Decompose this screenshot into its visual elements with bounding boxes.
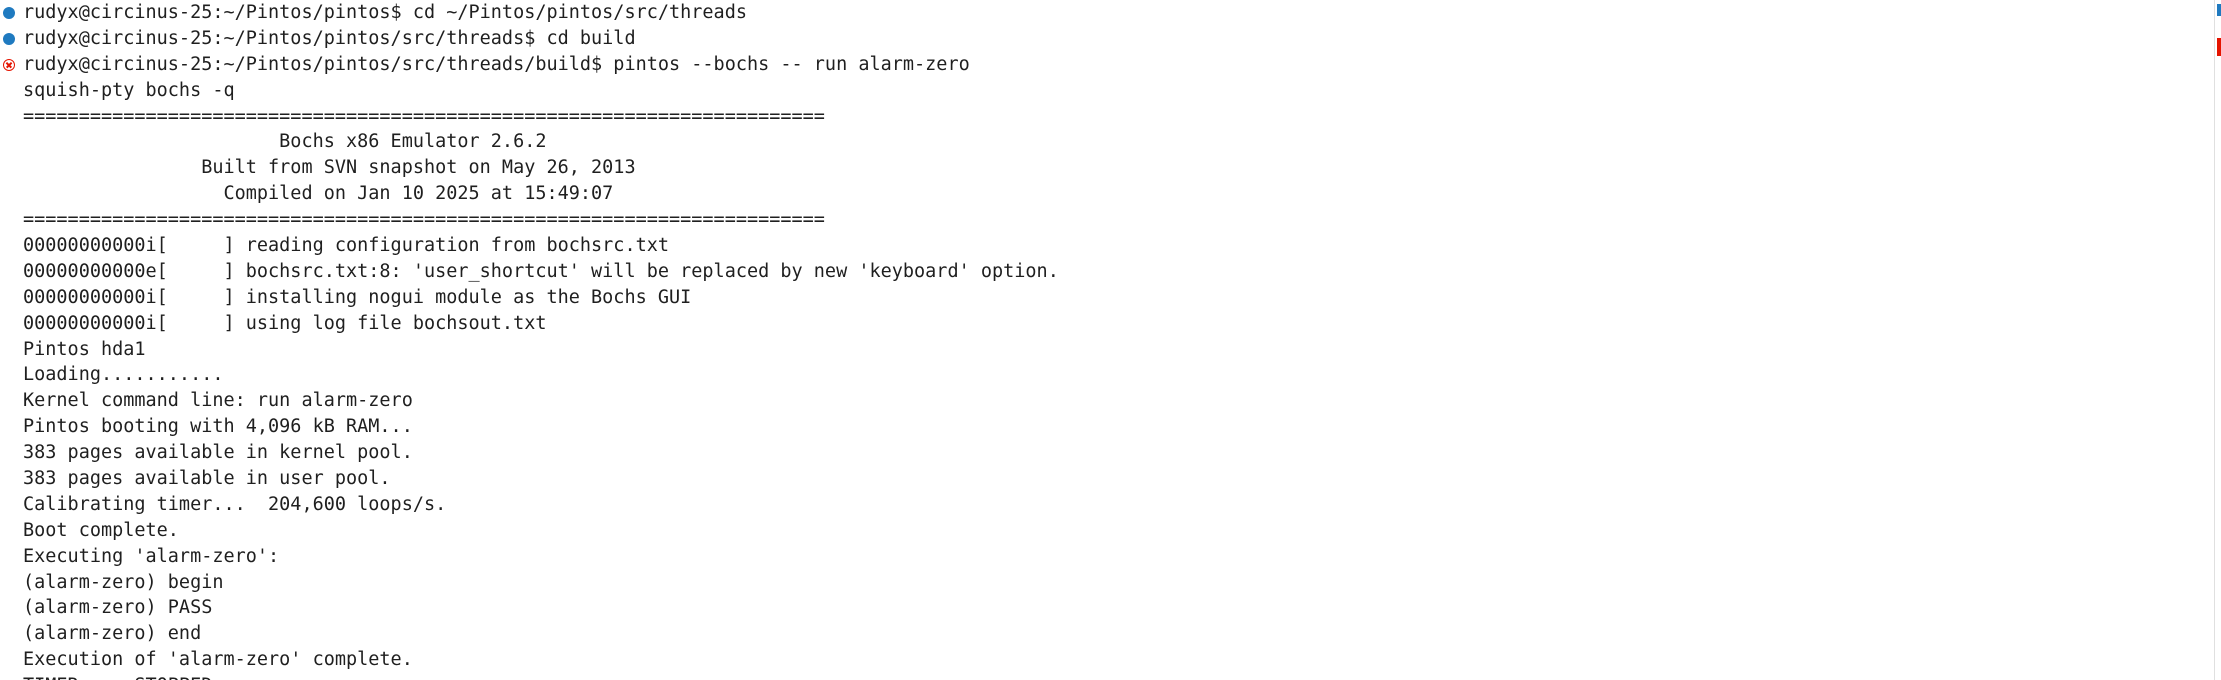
terminal-output-line: 383 pages available in user pool. — [0, 466, 2209, 492]
terminal-line-text: 383 pages available in kernel pool. — [23, 442, 413, 464]
terminal-output-line: 00000000000i[ ] installing nogui module … — [0, 285, 2209, 311]
terminal-output-line: (alarm-zero) begin — [0, 570, 2209, 596]
terminal-output-line: Boot complete. — [0, 518, 2209, 544]
terminal-line-text: Pintos hda1 — [23, 338, 146, 360]
terminal-output-line: Executing 'alarm-zero': — [0, 544, 2209, 570]
terminal-output-line: 00000000000i[ ] reading configuration fr… — [0, 233, 2209, 259]
terminal-line-text: 383 pages available in user pool. — [23, 468, 391, 490]
terminal-output-line: Loading........... — [0, 362, 2209, 388]
terminal-line-text: Pintos booting with 4,096 kB RAM... — [23, 416, 413, 438]
terminal-output-line: Kernel command line: run alarm-zero — [0, 388, 2209, 414]
terminal-line-text: 00000000000e[ ] bochsrc.txt:8: 'user_sho… — [23, 260, 1059, 282]
terminal-output[interactable]: rudyx@circinus-25:~/Pintos/pintos$ cd ~/… — [0, 0, 2209, 680]
terminal-output-line: (alarm-zero) end — [0, 621, 2209, 647]
terminal-output-line: 00000000000i[ ] using log file bochsout.… — [0, 311, 2209, 337]
terminal-line-text: Loading........... — [23, 364, 224, 386]
terminal-command-line: rudyx@circinus-25:~/Pintos/pintos$ cd ~/… — [0, 0, 2209, 26]
terminal-line-text: Kernel command line: run alarm-zero — [23, 390, 413, 412]
terminal-line-text: Built from SVN snapshot on May 26, 2013 — [23, 157, 636, 179]
terminal-output-line: 00000000000e[ ] bochsrc.txt:8: 'user_sho… — [0, 259, 2209, 285]
terminal-line-text: Bochs x86 Emulator 2.6.2 — [23, 131, 547, 153]
terminal-output-line: ========================================… — [0, 207, 2209, 233]
terminal-output-line: Calibrating timer... 204,600 loops/s. — [0, 492, 2209, 518]
terminal-command-line: rudyx@circinus-25:~/Pintos/pintos/src/th… — [0, 52, 2209, 78]
scrollbar-error-marker — [2217, 38, 2221, 56]
command-error-icon[interactable] — [3, 58, 15, 71]
terminal-command-line: rudyx@circinus-25:~/Pintos/pintos/src/th… — [0, 26, 2209, 52]
terminal-line-text: 00000000000i[ ] installing nogui module … — [23, 286, 692, 308]
terminal-line-text: (alarm-zero) begin — [23, 571, 224, 593]
terminal-line-text: rudyx@circinus-25:~/Pintos/pintos/src/th… — [23, 53, 970, 75]
terminal-line-text: Compiled on Jan 10 2025 at 15:49:07 — [23, 183, 614, 205]
terminal-output-line: Pintos booting with 4,096 kB RAM... — [0, 414, 2209, 440]
terminal-line-text: 00000000000i[ ] using log file bochsout.… — [23, 312, 547, 334]
terminal-output-line: 383 pages available in kernel pool. — [0, 440, 2209, 466]
terminal-line-text: Executing 'alarm-zero': — [23, 545, 280, 567]
terminal-scrollbar[interactable] — [2214, 0, 2221, 680]
terminal-output-line: Execution of 'alarm-zero' complete. — [0, 647, 2209, 673]
terminal-line-text: ========================================… — [23, 105, 825, 127]
terminal-output-line: ========================================… — [0, 104, 2209, 130]
terminal-line-text: rudyx@circinus-25:~/Pintos/pintos/src/th… — [23, 27, 636, 49]
terminal-output-line: Pintos hda1 — [0, 337, 2209, 363]
terminal-output-line: TIMER: ...STOPPED — [0, 673, 2209, 680]
terminal-line-text: Execution of 'alarm-zero' complete. — [23, 649, 413, 671]
terminal-output-line: Bochs x86 Emulator 2.6.2 — [0, 129, 2209, 155]
terminal-line-text: Calibrating timer... 204,600 loops/s. — [23, 493, 447, 515]
terminal-line-text: TIMER: ...STOPPED — [23, 675, 212, 680]
scrollbar-success-marker — [2217, 4, 2221, 16]
terminal-line-text: Boot complete. — [23, 519, 179, 541]
terminal-output-line: (alarm-zero) PASS — [0, 595, 2209, 621]
terminal-line-text: 00000000000i[ ] reading configuration fr… — [23, 235, 670, 257]
terminal-line-text: ========================================… — [23, 209, 825, 231]
terminal-line-text: squish-pty bochs -q — [23, 79, 235, 101]
terminal-line-text: (alarm-zero) PASS — [23, 597, 213, 619]
terminal-line-text: (alarm-zero) end — [23, 623, 202, 645]
command-success-icon[interactable] — [3, 32, 15, 45]
terminal-output-line: Compiled on Jan 10 2025 at 15:49:07 — [0, 181, 2209, 207]
terminal-output-line: Built from SVN snapshot on May 26, 2013 — [0, 155, 2209, 181]
command-success-icon[interactable] — [3, 7, 15, 19]
terminal-output-line: squish-pty bochs -q — [0, 78, 2209, 104]
terminal-line-text: rudyx@circinus-25:~/Pintos/pintos$ cd ~/… — [23, 2, 747, 23]
terminal-panel[interactable]: rudyx@circinus-25:~/Pintos/pintos$ cd ~/… — [0, 0, 2221, 680]
